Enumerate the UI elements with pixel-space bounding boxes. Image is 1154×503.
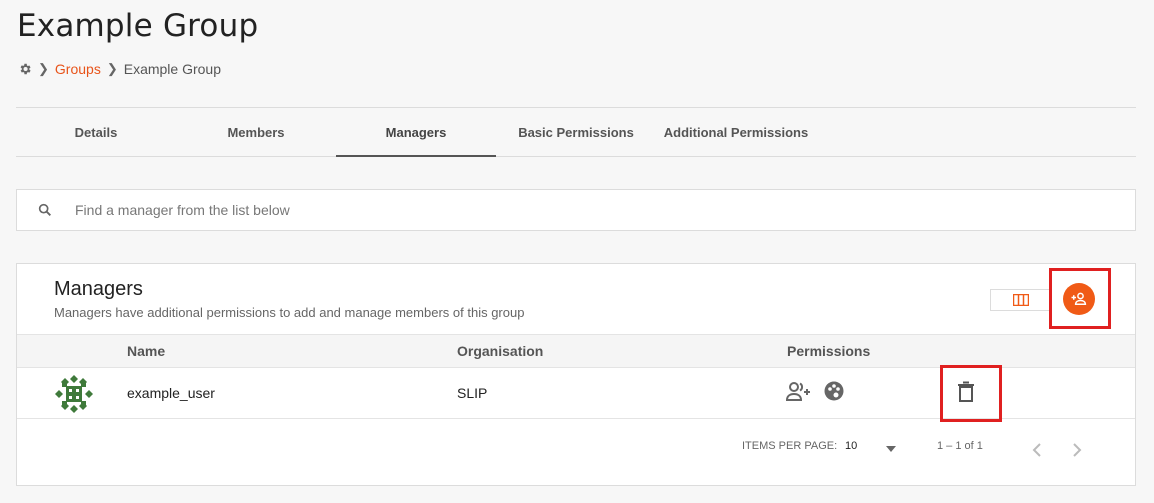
table-row: example_user SLIP — [17, 365, 1135, 422]
tab-managers[interactable]: Managers — [336, 108, 496, 157]
avatar — [54, 374, 94, 414]
search-input[interactable] — [73, 201, 1135, 219]
chevron-right-icon: ❯ — [106, 61, 118, 76]
page-title: Example Group — [17, 8, 259, 44]
tab-details[interactable]: Details — [16, 108, 176, 156]
previous-page-icon[interactable] — [1031, 442, 1043, 463]
gear-icon[interactable] — [18, 62, 32, 76]
page-size-select[interactable]: 10 — [845, 440, 857, 452]
column-header-permissions[interactable]: Permissions — [787, 343, 870, 359]
table-header: Name Organisation Permissions — [17, 334, 1135, 368]
manage-members-icon[interactable] — [785, 380, 811, 405]
add-manager-button[interactable] — [1063, 283, 1095, 315]
managers-title: Managers — [54, 278, 143, 300]
row-name: example_user — [127, 385, 215, 401]
tab-basic-permissions[interactable]: Basic Permissions — [496, 108, 656, 156]
managers-card: Managers Managers have additional permis… — [16, 263, 1136, 486]
dropdown-arrow-icon[interactable] — [886, 443, 896, 455]
pagination-range: 1 – 1 of 1 — [937, 440, 983, 452]
add-person-icon — [1070, 290, 1088, 308]
tab-additional-permissions[interactable]: Additional Permissions — [656, 108, 816, 156]
delete-icon[interactable] — [956, 381, 976, 406]
search-icon — [17, 202, 73, 218]
breadcrumb: ❯ Groups ❯ Example Group — [18, 61, 221, 77]
column-header-organisation[interactable]: Organisation — [457, 343, 543, 359]
row-organisation: SLIP — [457, 385, 488, 401]
column-header-name[interactable]: Name — [127, 343, 165, 359]
column-view-icon — [1013, 294, 1029, 306]
breadcrumb-current: Example Group — [123, 61, 222, 77]
next-page-icon[interactable] — [1071, 442, 1083, 463]
items-per-page-label: ITEMS PER PAGE: — [742, 440, 838, 452]
view-toggle-button[interactable] — [990, 289, 1052, 311]
tab-bar: Details Members Managers Basic Permissio… — [16, 108, 1136, 157]
tab-members[interactable]: Members — [176, 108, 336, 156]
breadcrumb-link-groups[interactable]: Groups — [55, 61, 101, 77]
palette-icon[interactable] — [823, 380, 845, 405]
managers-subtitle: Managers have additional permissions to … — [54, 305, 525, 320]
chevron-right-icon: ❯ — [38, 61, 49, 76]
search-bar — [16, 189, 1136, 231]
